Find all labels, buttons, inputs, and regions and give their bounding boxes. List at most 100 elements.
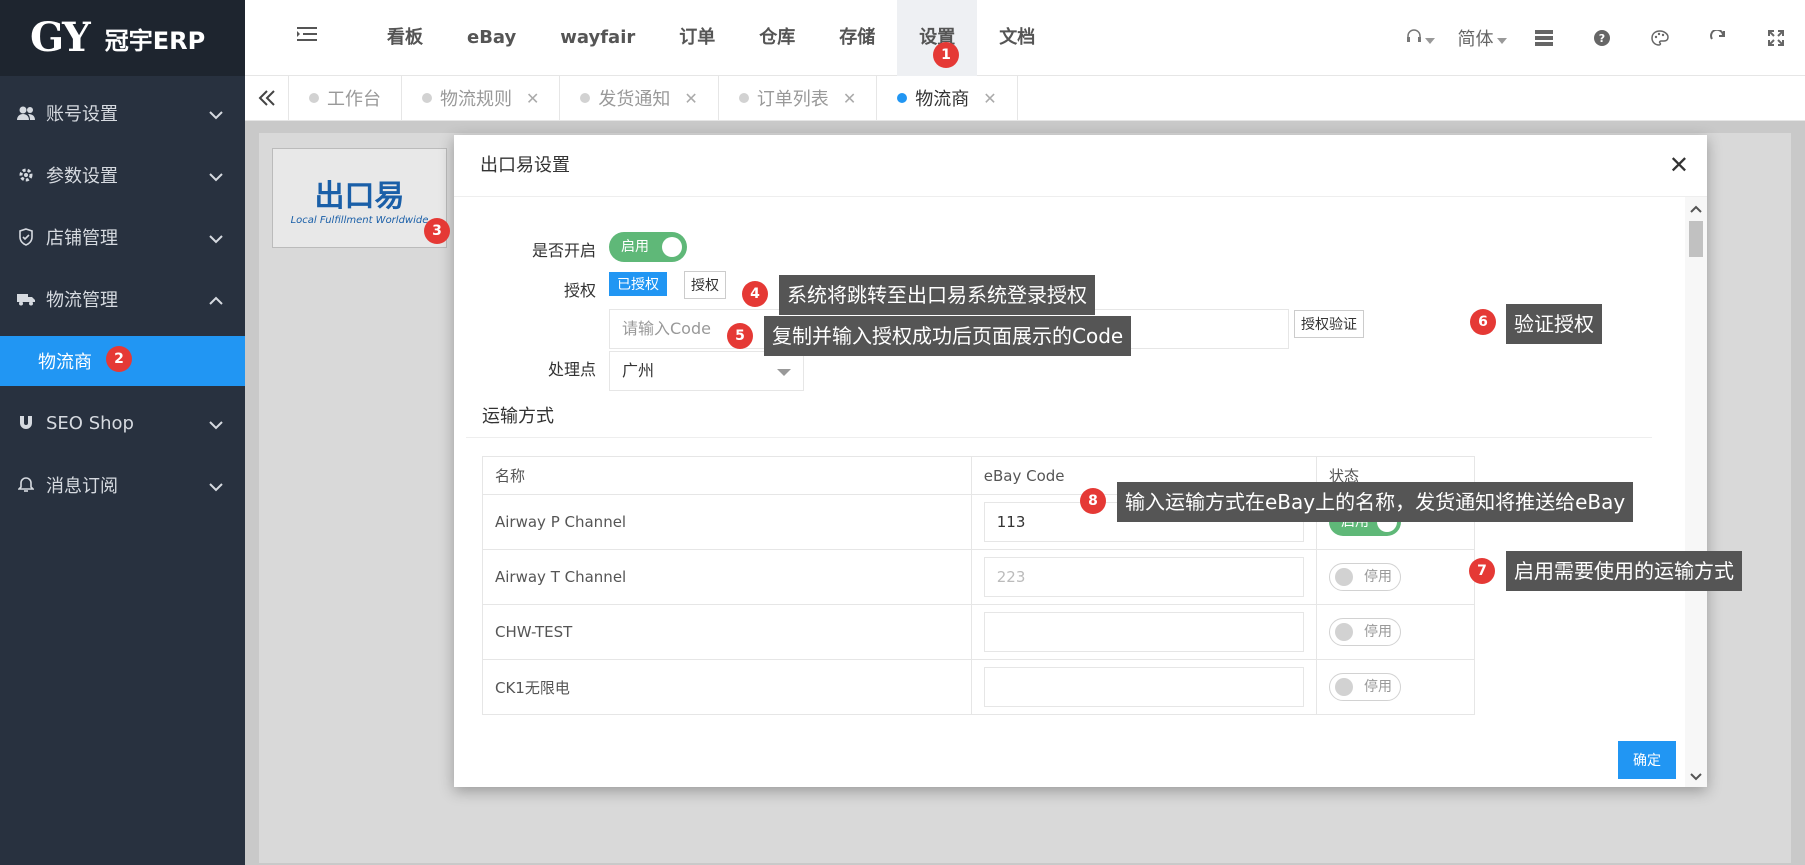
scroll-down-icon[interactable] (1690, 767, 1702, 785)
tab-label: 物流规则 (440, 89, 512, 110)
sidebar-item-params[interactable]: 参数设置 (0, 144, 245, 206)
sidebar: GY 冠宇ERP 账号设置 参数设置 店铺管理 物流管理 物流商 SEO Sho… (0, 0, 245, 865)
chevron-down-icon (209, 476, 223, 497)
status-switch-text: 停用 (1364, 679, 1392, 695)
sidebar-item-logistics[interactable]: 物流管理 (0, 268, 245, 330)
annotation-tip: 输入运输方式在eBay上的名称，发货通知将推送给eBay (1117, 482, 1634, 522)
table-row: CK1无限电 停用 (482, 659, 1475, 715)
tab-workbench[interactable]: 工作台 (289, 76, 402, 120)
tab-label: 物流商 (915, 89, 970, 110)
close-icon[interactable]: ✕ (843, 89, 856, 108)
close-icon[interactable]: ✕ (684, 89, 697, 108)
chevron-down-icon (209, 166, 223, 187)
tab-bar: 工作台 物流规则 ✕ 发货通知 ✕ 订单列表 ✕ 物流商 ✕ (245, 76, 1805, 121)
column-header-name: 名称 (482, 456, 972, 495)
status-switch[interactable]: 停用 (1329, 673, 1401, 701)
confirm-button[interactable]: 确定 (1618, 741, 1676, 779)
svg-text:?: ? (1599, 32, 1605, 45)
refresh-icon[interactable] (1689, 30, 1747, 46)
sidebar-item-account[interactable]: 账号设置 (0, 82, 245, 144)
nav-ebay[interactable]: eBay (445, 0, 538, 76)
modal-scrollbar[interactable] (1685, 197, 1707, 787)
scroll-up-icon[interactable] (1690, 199, 1702, 217)
tab-logistics-rules[interactable]: 物流规则 ✕ (402, 76, 561, 120)
carrier-logo: 出口易 (314, 178, 405, 214)
switch-knob (1335, 623, 1353, 641)
caret-down-icon (1424, 28, 1435, 49)
cell-name: CK1无限电 (482, 659, 972, 715)
tab-carrier[interactable]: 物流商 ✕ (877, 76, 1018, 120)
sidebar-item-subscriptions[interactable]: 消息订阅 (0, 454, 245, 516)
nav-docs[interactable]: 文档 (977, 0, 1057, 76)
close-icon[interactable]: ✕ (983, 89, 996, 108)
close-icon[interactable]: ✕ (1669, 153, 1689, 177)
tab-dot (422, 93, 432, 103)
nav-orders[interactable]: 订单 (657, 0, 737, 76)
headset-icon (1406, 28, 1422, 49)
chevron-down-icon (209, 228, 223, 249)
header-tools: 简体 ? (1391, 0, 1805, 76)
language-dropdown[interactable]: 简体 (1449, 25, 1515, 51)
verify-auth-button[interactable]: 授权验证 (1294, 310, 1364, 338)
annotation-number: 8 (1080, 488, 1106, 514)
site-select[interactable]: 广州 (609, 351, 804, 391)
server-icon[interactable] (1515, 30, 1573, 46)
top-header: 看板 eBay wayfair 订单 仓库 存储 设置 文档 简体 ? (245, 0, 1805, 76)
fullscreen-icon[interactable] (1747, 30, 1805, 46)
status-switch-text: 停用 (1364, 569, 1392, 585)
sidebar-item-label: 物流管理 (46, 290, 118, 311)
chevron-down-icon (209, 104, 223, 125)
magnet-icon (16, 413, 36, 433)
authorize-button[interactable]: 授权 (684, 271, 726, 299)
tab-dot (738, 93, 749, 103)
tab-label: 工作台 (327, 89, 381, 110)
enable-switch[interactable]: 启用 (609, 232, 687, 262)
carrier-card[interactable]: 出口易 Local Fulfillment Worldwide (272, 148, 447, 248)
tab-dot (580, 93, 591, 103)
collapse-double-chevron-icon[interactable] (245, 76, 289, 120)
enable-switch-text: 启用 (621, 239, 649, 255)
status-switch[interactable]: 停用 (1329, 618, 1401, 646)
palette-icon[interactable] (1631, 30, 1689, 46)
headset-dropdown[interactable] (1391, 28, 1449, 49)
tab-label: 订单列表 (756, 89, 829, 110)
menu-toggle-icon[interactable] (297, 26, 317, 46)
logo-mark: GY (30, 14, 91, 61)
scrollbar-thumb[interactable] (1689, 221, 1703, 257)
tab-label: 发货通知 (598, 89, 671, 110)
tab-order-list[interactable]: 订单列表 ✕ (719, 76, 878, 120)
cell-ebay-code (970, 604, 1318, 660)
tab-shipping-notice[interactable]: 发货通知 ✕ (560, 76, 719, 120)
cell-ebay-code (970, 659, 1318, 715)
nav-dashboard[interactable]: 看板 (365, 0, 445, 76)
app-logo[interactable]: GY 冠宇ERP (0, 0, 245, 76)
annotation-number: 4 (742, 281, 768, 307)
gear-icon (16, 165, 36, 185)
switch-knob (1335, 678, 1353, 696)
ebay-code-input[interactable] (983, 612, 1304, 652)
ebay-code-input[interactable] (983, 667, 1304, 707)
section-title-shipping: 运输方式 (466, 395, 1652, 438)
help-icon[interactable]: ? (1573, 30, 1631, 46)
users-icon (16, 103, 36, 123)
enable-label: 是否开启 (531, 241, 596, 260)
status-switch[interactable]: 停用 (1329, 563, 1401, 591)
auth-status-badge: 已授权 (609, 272, 667, 296)
close-icon[interactable]: ✕ (526, 89, 539, 108)
chevron-up-icon (209, 290, 223, 311)
sidebar-item-shop[interactable]: 店铺管理 (0, 206, 245, 268)
nav-storage[interactable]: 存储 (817, 0, 897, 76)
cell-name: Airway T Channel (482, 549, 972, 605)
ebay-code-input[interactable]: 223 (983, 557, 1304, 597)
annotation-number: 1 (933, 42, 959, 68)
annotation-number: 7 (1469, 558, 1495, 584)
nav-wayfair[interactable]: wayfair (538, 0, 657, 76)
annotation-number: 5 (727, 323, 753, 349)
sidebar-item-seo-shop[interactable]: SEO Shop (0, 392, 245, 454)
carrier-settings-modal: 出口易设置 ✕ 是否开启 启用 授权 已授权 授权 请输入Code 授权验证 处… (454, 135, 1707, 787)
annotation-number: 2 (106, 346, 132, 372)
nav-warehouse[interactable]: 仓库 (737, 0, 817, 76)
sidebar-item-label: 参数设置 (46, 166, 118, 187)
table-row: Airway T Channel 223 停用 (482, 549, 1475, 605)
annotation-number: 3 (424, 218, 450, 244)
